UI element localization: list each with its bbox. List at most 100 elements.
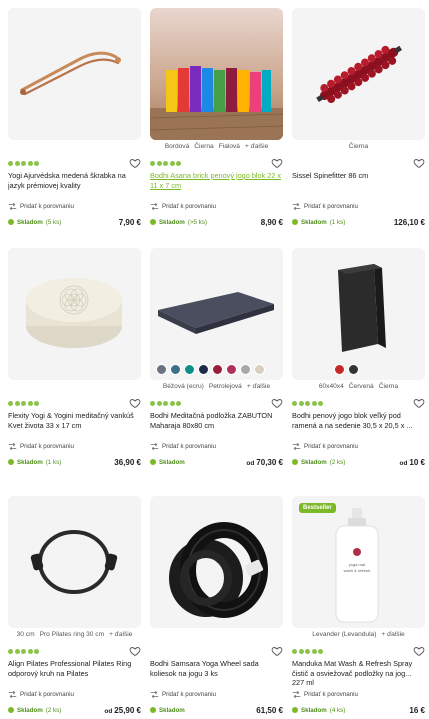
variant-chip[interactable]: Fialová bbox=[219, 143, 240, 154]
color-swatch[interactable] bbox=[170, 364, 181, 375]
product-image[interactable] bbox=[150, 496, 283, 628]
product-card[interactable]: Yogi Ajurvédska medená škrabka na jazyk … bbox=[8, 8, 141, 228]
variant-more[interactable]: + ďalšie bbox=[247, 383, 270, 394]
variant-chips: Levander (Levandula) + ďalšie bbox=[292, 631, 425, 642]
compare-link[interactable]: Pridať k porovnaniu bbox=[150, 441, 283, 451]
variant-chip[interactable]: 30 cm bbox=[17, 631, 35, 642]
rating-stars bbox=[150, 160, 181, 166]
heart-icon[interactable] bbox=[271, 157, 283, 169]
variant-chips: Bordová Čierna Fialová + ďalšie bbox=[150, 143, 283, 154]
product-title[interactable]: Bodhi penový jogo blok veľký pod ramená … bbox=[292, 411, 425, 439]
stock-status: Skladom (2 ks) bbox=[292, 459, 345, 466]
compare-link[interactable]: Pridať k porovnaniu bbox=[150, 201, 283, 211]
compare-icon bbox=[150, 442, 159, 450]
stock-status: Skladom (4 ks) bbox=[292, 707, 345, 714]
product-title[interactable]: Manduka Mat Wash & Refresh Spray čistič … bbox=[292, 659, 425, 687]
product-title[interactable]: Bodhi Samsara Yoga Wheel sada koliesok n… bbox=[150, 659, 283, 687]
product-card[interactable]: Bordová Čierna Fialová + ďalšie Bodhi As… bbox=[150, 8, 283, 228]
product-image[interactable] bbox=[8, 248, 141, 380]
compare-link[interactable]: Pridať k porovnaniu bbox=[8, 689, 141, 699]
product-title[interactable]: Bodhi Asana brick penový jogo blok 22 x … bbox=[150, 171, 283, 199]
compare-label: Pridať k porovnaniu bbox=[304, 202, 358, 210]
heart-icon[interactable] bbox=[129, 397, 141, 409]
heart-icon[interactable] bbox=[413, 157, 425, 169]
variant-chip[interactable]: Čierna bbox=[349, 143, 368, 154]
spray-label-line: wash & refresh bbox=[344, 568, 371, 573]
product-title[interactable]: Yogi Ajurvédska medená škrabka na jazyk … bbox=[8, 171, 141, 199]
heart-icon[interactable] bbox=[129, 645, 141, 657]
color-swatch[interactable] bbox=[184, 364, 195, 375]
product-price: 61,50 € bbox=[256, 705, 283, 715]
product-card[interactable]: Bodhi Samsara Yoga Wheel sada koliesok n… bbox=[150, 496, 283, 716]
product-title[interactable]: Sissel Spinefitter 86 cm bbox=[292, 171, 425, 199]
product-image[interactable] bbox=[8, 8, 141, 140]
color-swatch[interactable] bbox=[156, 364, 167, 375]
product-price: 7,90 € bbox=[118, 217, 141, 227]
compare-link[interactable]: Pridať k porovnaniu bbox=[8, 441, 141, 451]
product-card[interactable]: 60x40x4 Červená Čierna Bodhi penový jogo… bbox=[292, 248, 425, 468]
product-image[interactable] bbox=[150, 8, 283, 140]
product-image[interactable] bbox=[8, 496, 141, 628]
variant-chip[interactable]: Pro Pilates ring 30 cm bbox=[40, 631, 105, 642]
variant-chip[interactable]: Petrolejová bbox=[209, 383, 242, 394]
variant-chip[interactable]: Červená bbox=[349, 383, 374, 394]
color-swatches bbox=[334, 364, 359, 375]
product-price: 16 € bbox=[409, 705, 425, 715]
compare-label: Pridať k porovnaniu bbox=[162, 202, 216, 210]
color-swatch[interactable] bbox=[254, 364, 265, 375]
heart-icon[interactable] bbox=[413, 397, 425, 409]
product-card[interactable]: Béžová (ecru) Petrolejová + ďalšie Bodhi… bbox=[150, 248, 283, 468]
variant-chip[interactable]: 60x40x4 bbox=[319, 383, 344, 394]
product-image[interactable] bbox=[150, 248, 283, 380]
stock-status: Skladom (1 ks) bbox=[8, 459, 61, 466]
variant-more[interactable]: + ďalšie bbox=[109, 631, 132, 642]
compare-link[interactable]: Pridať k porovnaniu bbox=[150, 689, 283, 699]
compare-label: Pridať k porovnaniu bbox=[20, 442, 74, 450]
color-swatch[interactable] bbox=[198, 364, 209, 375]
rating-stars bbox=[150, 400, 181, 406]
heart-icon[interactable] bbox=[413, 645, 425, 657]
variant-chip[interactable]: Levander (Levandula) bbox=[312, 631, 376, 642]
product-title[interactable]: Align Pilates Professional Pilates Ring … bbox=[8, 659, 141, 687]
heart-icon[interactable] bbox=[129, 157, 141, 169]
variant-more[interactable]: + ďalšie bbox=[245, 143, 268, 154]
color-swatch[interactable] bbox=[240, 364, 251, 375]
variant-chip[interactable]: Čierna bbox=[194, 143, 213, 154]
variant-chip[interactable]: Bordová bbox=[165, 143, 190, 154]
stock-dot-icon bbox=[292, 219, 298, 225]
compare-label: Pridať k porovnaniu bbox=[304, 442, 358, 450]
product-card[interactable]: 30 cm Pro Pilates ring 30 cm + ďalšie Al… bbox=[8, 496, 141, 716]
stock-status: Skladom (>5 ks) bbox=[150, 219, 207, 226]
color-swatch[interactable] bbox=[348, 364, 359, 375]
compare-link[interactable]: Pridať k porovnaniu bbox=[8, 201, 141, 211]
product-title[interactable]: Bodhi Meditačná podložka ZABUTON Maharaj… bbox=[150, 411, 283, 439]
compare-label: Pridať k porovnaniu bbox=[162, 442, 216, 450]
heart-icon[interactable] bbox=[271, 645, 283, 657]
product-card[interactable]: Čierna Sissel Spinefitter 86 cm Pridať k… bbox=[292, 8, 425, 228]
heart-icon[interactable] bbox=[271, 397, 283, 409]
compare-icon bbox=[292, 442, 301, 450]
rating-stars bbox=[8, 400, 39, 406]
compare-link[interactable]: Pridať k porovnaniu bbox=[292, 201, 425, 211]
variant-chip[interactable]: Čierna bbox=[379, 383, 398, 394]
stock-dot-icon bbox=[8, 219, 14, 225]
product-title[interactable]: Flexity Yogi & Yogini meditačný vankúš K… bbox=[8, 411, 141, 439]
compare-label: Pridať k porovnaniu bbox=[20, 690, 74, 698]
compare-label: Pridať k porovnaniu bbox=[304, 690, 358, 698]
variant-more[interactable]: + ďalšie bbox=[381, 631, 404, 642]
variant-chip[interactable]: Béžová (ecru) bbox=[163, 383, 204, 394]
compare-icon bbox=[292, 690, 301, 698]
rating-stars bbox=[8, 160, 39, 166]
color-swatch[interactable] bbox=[212, 364, 223, 375]
product-image[interactable] bbox=[292, 248, 425, 380]
compare-link[interactable]: Pridať k porovnaniu bbox=[292, 689, 425, 699]
color-swatch[interactable] bbox=[226, 364, 237, 375]
product-image[interactable] bbox=[292, 8, 425, 140]
variant-chips: Čierna bbox=[292, 143, 425, 154]
product-price: 8,90 € bbox=[260, 217, 283, 227]
product-card[interactable]: yoga mat wash & refresh Bestseller Levan… bbox=[292, 496, 425, 716]
product-image[interactable]: yoga mat wash & refresh Bestseller bbox=[292, 496, 425, 628]
compare-link[interactable]: Pridať k porovnaniu bbox=[292, 441, 425, 451]
color-swatch[interactable] bbox=[334, 364, 345, 375]
product-card[interactable]: Flexity Yogi & Yogini meditačný vankúš K… bbox=[8, 248, 141, 468]
